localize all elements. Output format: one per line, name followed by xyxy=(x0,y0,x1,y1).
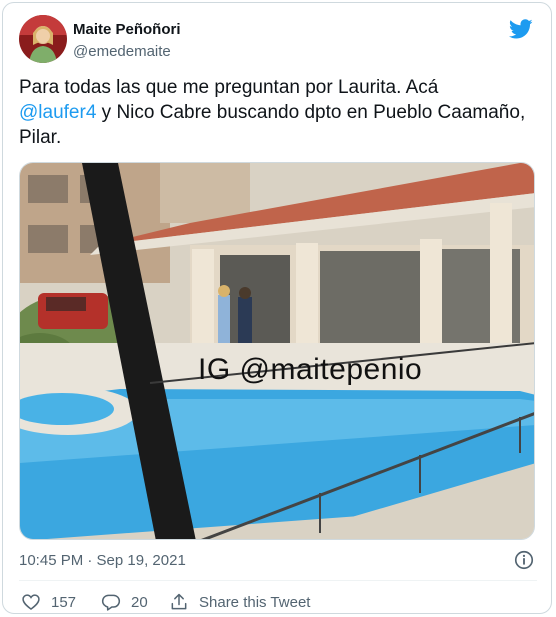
reply-icon xyxy=(101,594,121,611)
like-button[interactable]: 157 xyxy=(21,592,76,612)
tweet-card[interactable]: Maite Peñoñori @emedemaite Para todas la… xyxy=(2,2,552,614)
photo-watermark: IG @maitepenio xyxy=(198,353,423,386)
share-button[interactable]: Share this Tweet xyxy=(169,592,310,612)
tweet-photo[interactable]: IG @maitepenio xyxy=(19,162,535,540)
reply-count: 20 xyxy=(131,593,148,611)
reply-button[interactable]: 20 xyxy=(101,592,148,612)
tweet-text-part1: Para todas las que me preguntan por Laur… xyxy=(19,77,439,98)
tweet-text: Para todas las que me preguntan por Laur… xyxy=(19,75,539,150)
like-count: 157 xyxy=(51,593,77,611)
info-icon[interactable] xyxy=(513,549,535,571)
author-name[interactable]: Maite Peñoñori xyxy=(73,21,181,38)
mention-link[interactable]: @laufer4 xyxy=(19,102,96,123)
avatar[interactable] xyxy=(19,15,67,63)
share-label: Share this Tweet xyxy=(199,593,311,611)
heart-icon xyxy=(22,594,40,611)
share-icon xyxy=(171,593,187,610)
twitter-bird-icon[interactable] xyxy=(509,17,533,41)
tweet-timestamp[interactable]: 10:45 PM · Sep 19, 2021 xyxy=(19,552,186,569)
author-handle[interactable]: @emedemaite xyxy=(73,43,171,60)
divider xyxy=(19,580,537,581)
